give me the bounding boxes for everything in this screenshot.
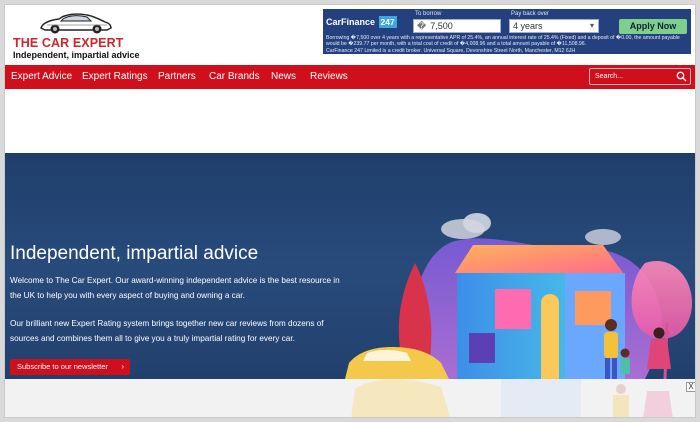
- bottom-ad-overlay[interactable]: [5, 379, 695, 417]
- site-logo[interactable]: THE CAR EXPERT Independent, impartial ad…: [11, 9, 141, 61]
- logo-tagline: Independent, impartial advice: [13, 50, 140, 60]
- ad-fine-print-line-1: Borrowing �7,500 over 4 years with a rep…: [326, 35, 680, 48]
- close-icon[interactable]: X: [686, 382, 695, 392]
- ad-brand: CarFinance 247: [326, 16, 397, 28]
- nav-item-reviews[interactable]: Reviews: [310, 65, 348, 89]
- search-input[interactable]: Search...: [589, 68, 691, 85]
- borrow-amount-field[interactable]: � 7,500: [413, 19, 501, 33]
- hero-intro-text: Welcome to The Car Expert. Our award-win…: [10, 276, 340, 300]
- nav-item-expert-ratings[interactable]: Expert Ratings: [82, 65, 148, 89]
- chevron-right-icon: ›: [121, 362, 124, 371]
- apply-now-button[interactable]: Apply Now: [619, 19, 687, 34]
- logo-title: THE CAR EXPERT: [13, 36, 124, 50]
- house-family-illustration: [345, 213, 692, 379]
- nav-item-news[interactable]: News: [271, 65, 296, 89]
- main-nav: Expert Advice Expert Ratings Partners Ca…: [5, 65, 695, 89]
- term-select[interactable]: 4 years ▾: [509, 19, 599, 33]
- search-placeholder: Search...: [595, 73, 624, 80]
- ad-brand-badge: 247: [378, 16, 397, 28]
- subscribe-newsletter-button[interactable]: Subscribe to our newsletter ›: [10, 359, 130, 375]
- term-label: Pay back over: [511, 11, 550, 17]
- hero-expert-rating-text: Our brilliant new Expert Rating system b…: [10, 319, 324, 343]
- term-value: 4 years: [513, 21, 543, 31]
- overlay-faded-illustration: [351, 379, 673, 417]
- nav-item-car-brands[interactable]: Car Brands: [209, 65, 260, 89]
- carfinance-ad-banner[interactable]: CarFinance 247 To borrow � 7,500 Pay back…: [323, 9, 691, 54]
- nav-item-expert-advice[interactable]: Expert Advice: [11, 65, 72, 89]
- nav-item-partners[interactable]: Partners: [158, 65, 196, 89]
- search-icon[interactable]: [676, 71, 687, 82]
- ad-fine-print-line-2: CarFinance 247 Limited is a credit broke…: [326, 47, 576, 54]
- hero-section: Independent, impartial advice Welcome to…: [5, 153, 695, 379]
- hero-title: Independent, impartial advice: [10, 243, 259, 264]
- currency-symbol: �: [417, 21, 427, 31]
- browser-viewport: THE CAR EXPERT Independent, impartial ad…: [4, 4, 696, 418]
- borrow-label: To borrow: [415, 11, 442, 17]
- chevron-down-icon: ▾: [589, 21, 594, 30]
- ad-fine-print: Borrowing �7,500 over 4 years with a rep…: [326, 35, 688, 54]
- borrow-amount-value: 7,500: [430, 21, 453, 31]
- ad-brand-name: CarFinance: [326, 17, 376, 27]
- site-header: THE CAR EXPERT Independent, impartial ad…: [5, 5, 695, 65]
- car-logo-icon: [40, 13, 112, 34]
- subscribe-button-label: Subscribe to our newsletter: [17, 362, 108, 371]
